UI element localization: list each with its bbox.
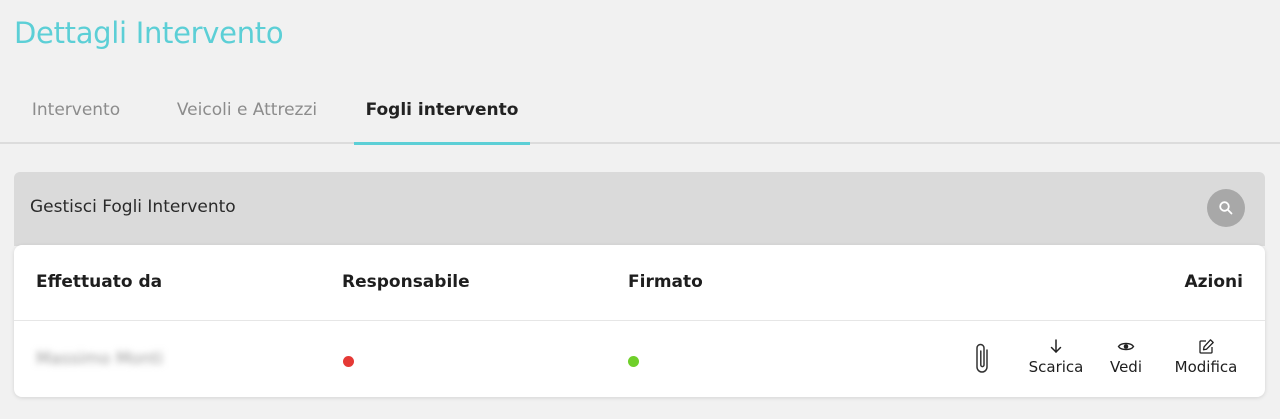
fogli-table: Effettuato da Responsabile Firmato Azion… (14, 245, 1265, 397)
column-header-responsabile: Responsabile (342, 272, 470, 292)
attachment-button[interactable] (974, 341, 992, 381)
search-icon (1219, 201, 1233, 215)
tab-intervento[interactable]: Intervento (14, 78, 138, 142)
column-header-azioni: Azioni (1184, 272, 1244, 292)
search-button[interactable] (1207, 189, 1245, 227)
edit-button[interactable]: Modifica (1166, 338, 1246, 376)
download-label: Scarica (1028, 358, 1084, 376)
download-button[interactable]: Scarica (1024, 338, 1088, 376)
header-divider (14, 320, 1265, 321)
eye-icon (1117, 342, 1135, 351)
tab-fogli-intervento[interactable]: Fogli intervento (354, 78, 530, 145)
download-icon (1050, 339, 1062, 353)
view-label: Vedi (1109, 358, 1142, 376)
tab-bar: Intervento Veicoli e Attrezzi Fogli inte… (0, 78, 1280, 145)
effettuato-da-cell: Massimo Monti (36, 349, 164, 369)
edit-label: Modifica (1174, 358, 1238, 376)
column-header-firmato: Firmato (628, 272, 703, 292)
tab-veicoli-e-attrezzi[interactable]: Veicoli e Attrezzi (158, 78, 336, 142)
firmato-status-dot (628, 356, 639, 367)
panel-header: Gestisci Fogli Intervento (14, 172, 1265, 246)
view-button[interactable]: Vedi (1104, 338, 1148, 376)
paperclip-icon (976, 343, 988, 373)
edit-icon (1198, 339, 1214, 354)
column-header-effettuato-da: Effettuato da (36, 272, 163, 292)
panel-title: Gestisci Fogli Intervento (30, 197, 236, 217)
responsabile-status-dot (343, 356, 354, 367)
page-title: Dettagli Intervento (14, 16, 284, 50)
